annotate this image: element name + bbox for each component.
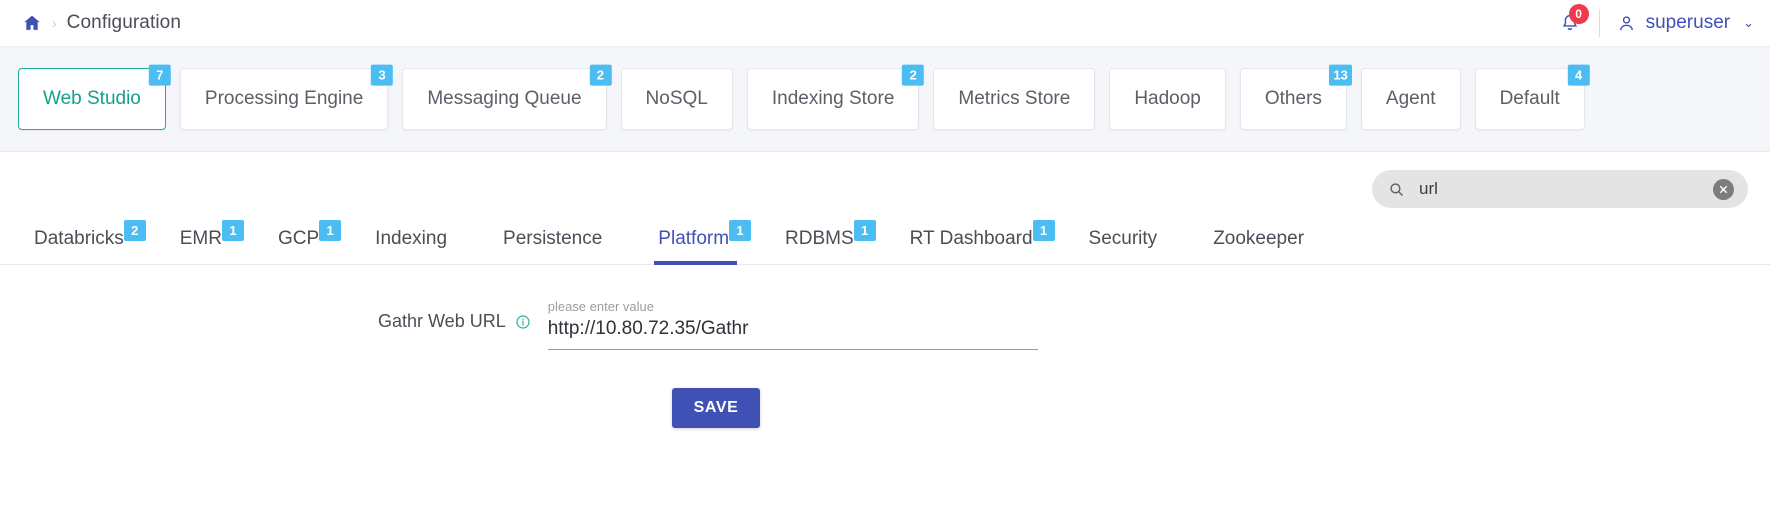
category-tab-label: Web Studio xyxy=(43,88,141,110)
category-tab-badge: 4 xyxy=(1568,65,1590,86)
info-icon[interactable] xyxy=(515,314,531,330)
sub-tab-platform[interactable]: Platform1 xyxy=(654,220,755,264)
category-tab-processing-engine[interactable]: Processing Engine3 xyxy=(180,68,388,130)
category-tab-badge: 7 xyxy=(149,65,171,86)
sub-tab-label: RT Dashboard xyxy=(910,228,1033,249)
top-bar: › Configuration 0 superuser ⌄ xyxy=(0,0,1770,47)
sub-tab-label: GCP xyxy=(278,228,319,249)
sub-tab-gcp[interactable]: GCP1 xyxy=(274,220,345,264)
category-tab-label: Metrics Store xyxy=(958,88,1070,110)
notifications-button[interactable]: 0 xyxy=(1551,4,1589,42)
sub-tab-rdbms[interactable]: RDBMS1 xyxy=(781,220,880,264)
category-tab-default[interactable]: Default4 xyxy=(1475,68,1585,130)
user-icon xyxy=(1616,13,1637,34)
field-label-text: Gathr Web URL xyxy=(378,311,506,332)
search-input[interactable] xyxy=(1405,178,1713,200)
category-tab-label: Others xyxy=(1265,88,1322,110)
category-tab-label: Messaging Queue xyxy=(427,88,581,110)
category-tab-label: Default xyxy=(1500,88,1560,110)
sub-tab-label: Indexing xyxy=(375,228,447,249)
category-tab-badge: 3 xyxy=(371,65,393,86)
chevron-down-icon: ⌄ xyxy=(1743,15,1754,31)
save-button[interactable]: SAVE xyxy=(672,388,760,428)
sub-tab-rt-dashboard[interactable]: RT Dashboard1 xyxy=(906,220,1059,264)
sub-tab-persistence[interactable]: Persistence xyxy=(499,220,628,264)
category-tab-label: Agent xyxy=(1386,88,1436,110)
sub-tab-label: RDBMS xyxy=(785,228,854,249)
field-row-gathr-web-url: Gathr Web URL please enter value xyxy=(0,299,1770,350)
category-tab-nosql[interactable]: NoSQL xyxy=(621,68,733,130)
breadcrumb-separator: › xyxy=(52,16,57,30)
sub-tab-badge: 1 xyxy=(729,220,751,241)
notification-count-badge: 0 xyxy=(1569,4,1589,24)
search-box[interactable] xyxy=(1372,170,1748,208)
sub-tab-indexing[interactable]: Indexing xyxy=(371,220,473,264)
field-hint: please enter value xyxy=(548,299,1038,314)
category-tab-label: NoSQL xyxy=(646,88,708,110)
category-tab-metrics-store[interactable]: Metrics Store xyxy=(933,68,1095,130)
category-tab-badge: 2 xyxy=(589,65,611,86)
sub-tab-label: Platform xyxy=(658,228,729,249)
sub-tab-emr[interactable]: EMR1 xyxy=(176,220,248,264)
form-area: Gathr Web URL please enter value SAVE xyxy=(0,265,1770,428)
sub-tab-databricks[interactable]: Databricks2 xyxy=(30,220,150,264)
sub-tab-badge: 1 xyxy=(854,220,876,241)
sub-tab-badge: 1 xyxy=(319,220,341,241)
sub-tab-zookeeper[interactable]: Zookeeper xyxy=(1209,220,1330,264)
sub-tab-badge: 1 xyxy=(1033,220,1055,241)
category-tab-agent[interactable]: Agent xyxy=(1361,68,1461,130)
sub-tab-badge: 2 xyxy=(124,220,146,241)
category-tab-badge: 13 xyxy=(1329,65,1351,86)
sub-tab-badge: 1 xyxy=(222,220,244,241)
gathr-web-url-input[interactable] xyxy=(548,318,1038,350)
sub-tab-label: EMR xyxy=(180,228,222,249)
category-tab-hadoop[interactable]: Hadoop xyxy=(1109,68,1226,130)
breadcrumb: › Configuration xyxy=(22,12,181,34)
home-icon[interactable] xyxy=(22,13,42,33)
category-tab-label: Processing Engine xyxy=(205,88,363,110)
save-row: SAVE xyxy=(0,388,1770,428)
category-tab-strip: Web Studio7Processing Engine3Messaging Q… xyxy=(0,47,1770,152)
sub-tab-label: Zookeeper xyxy=(1213,228,1304,249)
body-area: Databricks2EMR1GCP1IndexingPersistencePl… xyxy=(0,152,1770,428)
top-bar-right: 0 superuser ⌄ xyxy=(1551,4,1754,42)
sub-tab-label: Persistence xyxy=(503,228,602,249)
category-tab-label: Indexing Store xyxy=(772,88,895,110)
category-tab-messaging-queue[interactable]: Messaging Queue2 xyxy=(402,68,606,130)
header-divider xyxy=(1599,9,1600,37)
sub-tab-label: Databricks xyxy=(34,228,124,249)
search-icon xyxy=(1388,181,1405,198)
user-menu[interactable]: superuser ⌄ xyxy=(1616,12,1754,34)
page-title: Configuration xyxy=(67,12,181,34)
close-circle-icon[interactable] xyxy=(1713,179,1734,200)
field-label: Gathr Web URL xyxy=(378,311,531,350)
category-tab-indexing-store[interactable]: Indexing Store2 xyxy=(747,68,920,130)
sub-tab-strip: Databricks2EMR1GCP1IndexingPersistencePl… xyxy=(0,208,1770,265)
category-tab-others[interactable]: Others13 xyxy=(1240,68,1347,130)
category-tab-label: Hadoop xyxy=(1134,88,1201,110)
category-tab-web-studio[interactable]: Web Studio7 xyxy=(18,68,166,130)
sub-tab-label: Security xyxy=(1089,228,1158,249)
field-input-wrap: please enter value xyxy=(548,299,1038,350)
user-name: superuser xyxy=(1646,12,1731,34)
category-tab-badge: 2 xyxy=(902,65,924,86)
sub-tab-security[interactable]: Security xyxy=(1085,220,1184,264)
search-row xyxy=(0,152,1770,208)
